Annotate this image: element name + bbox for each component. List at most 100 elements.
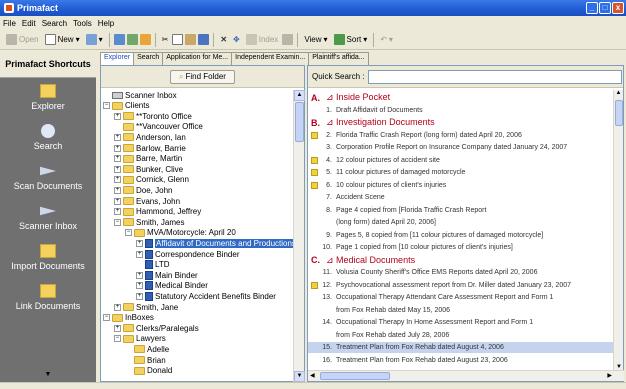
shortcut-scanner-inbox[interactable]: Scanner Inbox [0, 204, 96, 231]
tree-node[interactable]: + Affidavit of Documents and Productions [136, 238, 294, 248]
new-button[interactable]: New ▾ [43, 32, 82, 48]
document-row[interactable]: 4. 12 colour pictures of accident site [308, 155, 614, 166]
properties-icon[interactable] [139, 34, 151, 45]
document-row[interactable]: 8. Page 4 copied from [Florida Traffic Cr… [308, 205, 614, 216]
document-row[interactable]: 1. Draft Affidavit of Documents [308, 105, 614, 116]
tree-node[interactable]: − Clients [103, 101, 149, 111]
shortcut-link-documents[interactable]: Link Documents [0, 284, 96, 311]
expand-icon[interactable]: + [114, 324, 121, 332]
tree-node[interactable]: + Barre, Martin [114, 154, 182, 164]
document-row[interactable]: from Fox Rehab dated July 28, 2006 [308, 330, 614, 341]
more-shortcuts-button[interactable]: ▼ [0, 368, 96, 378]
expand-icon[interactable]: + [136, 271, 143, 279]
tree-node[interactable]: + Medical Binder [136, 281, 208, 291]
tree-node[interactable]: + **Toronto Office [114, 111, 192, 121]
menu-help[interactable]: Help [95, 19, 117, 28]
expand-icon[interactable]: + [114, 112, 121, 120]
tab-explorer[interactable]: Explorer [100, 52, 135, 65]
open-button[interactable]: Open [4, 32, 41, 48]
document-row[interactable]: (long form) dated April 20, 2006] [308, 217, 614, 228]
document-row[interactable]: 11. Volusia County Sheriff's Office EMS R… [308, 267, 614, 278]
document-row[interactable]: 10. Page 1 copied from [10 colour picture… [308, 242, 614, 253]
close-button[interactable]: x [612, 2, 624, 14]
paste-icon[interactable] [185, 34, 197, 45]
document-row[interactable]: from Fox Rehab dated May 15, 2006 [308, 305, 614, 316]
expand-icon[interactable]: + [114, 197, 121, 205]
expand-icon[interactable]: + [114, 144, 121, 152]
collapse-icon[interactable]: − [125, 229, 132, 237]
tree-node[interactable]: + Correspondence Binder [136, 249, 240, 259]
tree-node[interactable]: + Bunker, Clive [114, 164, 183, 174]
expand-icon[interactable]: + [136, 282, 143, 290]
collapse-icon[interactable]: − [103, 314, 110, 322]
delete-icon[interactable]: ✕ [218, 32, 229, 48]
shortcut-import-documents[interactable]: Import Documents [0, 244, 96, 271]
tree-node[interactable]: Scanner Inbox [103, 90, 177, 100]
save-icon[interactable] [198, 34, 210, 45]
binder-icon[interactable] [126, 34, 138, 45]
menu-edit[interactable]: Edit [19, 19, 39, 28]
document-row[interactable]: 13. Occupational Therapy Attendant Care A… [308, 292, 614, 303]
tree-node[interactable]: − MVA/Motorcycle: April 20 [125, 228, 236, 238]
tree-node[interactable]: + Statutory Accident Benefits Binder [136, 291, 276, 301]
maximize-button[interactable]: □ [599, 2, 611, 14]
document-scrollbar[interactable]: ▲ ▼ [613, 90, 623, 370]
tab-application[interactable]: Application for Me... [162, 52, 233, 65]
shortcut-search[interactable]: Search [0, 124, 96, 151]
document-section[interactable]: C. ⊿ Medical Documents [308, 255, 614, 266]
menu-search[interactable]: Search [39, 19, 70, 28]
collapse-icon[interactable]: − [103, 102, 110, 110]
expand-icon[interactable]: + [114, 186, 121, 194]
menu-tools[interactable]: Tools [70, 19, 95, 28]
document-row[interactable]: 16. Treatment Plan from Fox Rehab dated A… [308, 355, 614, 366]
document-row[interactable]: 6. 10 colour pictures of client's injurie… [308, 180, 614, 191]
document-row[interactable]: 9. Pages 5, 8 copied from [11 colour pict… [308, 230, 614, 241]
expand-icon[interactable]: + [114, 165, 121, 173]
expand-icon[interactable]: + [136, 292, 143, 300]
find-folder-button[interactable]: ⌕ Find Folder [170, 69, 235, 84]
scroll-right-icon[interactable]: ▶ [607, 372, 612, 379]
document-row[interactable]: 15. Treatment Plan from Fox Rehab dated A… [308, 342, 614, 353]
expand-icon[interactable]: + [136, 250, 143, 258]
tree-node[interactable]: Brian [125, 355, 166, 365]
tree-node[interactable]: + Evans, John [114, 196, 180, 206]
index-button[interactable]: Index [244, 32, 281, 48]
document-section[interactable]: B. ⊿ Investigation Documents [308, 117, 614, 128]
scroll-left-icon[interactable]: ◀ [310, 372, 315, 379]
tab-plaintiffs-affidavit[interactable]: Plaintiff's affida... [308, 52, 369, 65]
sort-button[interactable]: Sort ▾ [332, 32, 370, 48]
expand-icon[interactable]: + [114, 208, 121, 216]
tree-node[interactable]: − Lawyers [114, 334, 166, 344]
cut-icon[interactable]: ✂ [160, 32, 171, 48]
tree-node[interactable]: + Doe, John [114, 185, 172, 195]
menu-file[interactable]: File [0, 19, 19, 28]
tree-node[interactable]: + Anderson, Ian [114, 132, 186, 142]
collapse-icon[interactable]: − [114, 218, 121, 226]
tree-node[interactable]: + Smith, Jane [114, 302, 178, 312]
scroll-thumb[interactable] [295, 102, 304, 142]
collapse-icon[interactable]: − [114, 335, 121, 343]
document-row[interactable]: 7. Accident Scene [308, 192, 614, 203]
grid-icon[interactable] [282, 34, 294, 45]
tree-node[interactable]: + Main Binder [136, 270, 198, 280]
scroll-thumb[interactable] [615, 100, 623, 126]
tree-node[interactable]: − Smith, James [114, 217, 184, 227]
scroll-down-icon[interactable]: ▼ [294, 371, 305, 382]
scroll-thumb[interactable] [320, 372, 390, 380]
tree-node[interactable]: + Clerks/Paralegals [114, 323, 199, 333]
document-row[interactable]: 3. Corporation Profile Report on Insuranc… [308, 142, 614, 153]
document-section[interactable]: A. ⊿ Inside Pocket [308, 92, 614, 103]
quick-search-input[interactable] [368, 69, 623, 84]
tree-node[interactable]: + Cornick, Glenn [114, 175, 189, 185]
scroll-up-icon[interactable]: ▲ [614, 90, 623, 96]
scroll-up-icon[interactable]: ▲ [294, 90, 305, 101]
shortcut-scan-documents[interactable]: Scan Documents [0, 164, 96, 191]
expand-icon[interactable]: + [114, 155, 121, 163]
expand-icon[interactable]: + [136, 239, 143, 247]
minimize-button[interactable]: _ [586, 2, 598, 14]
document-row[interactable]: 2. Florida Traffic Crash Report (long for… [308, 130, 614, 141]
history-button[interactable]: ↶ ▾ [378, 32, 395, 48]
email-icon[interactable] [113, 34, 125, 45]
copy-icon[interactable] [172, 34, 184, 45]
tree-node[interactable]: + Barlow, Barrie [114, 143, 186, 153]
